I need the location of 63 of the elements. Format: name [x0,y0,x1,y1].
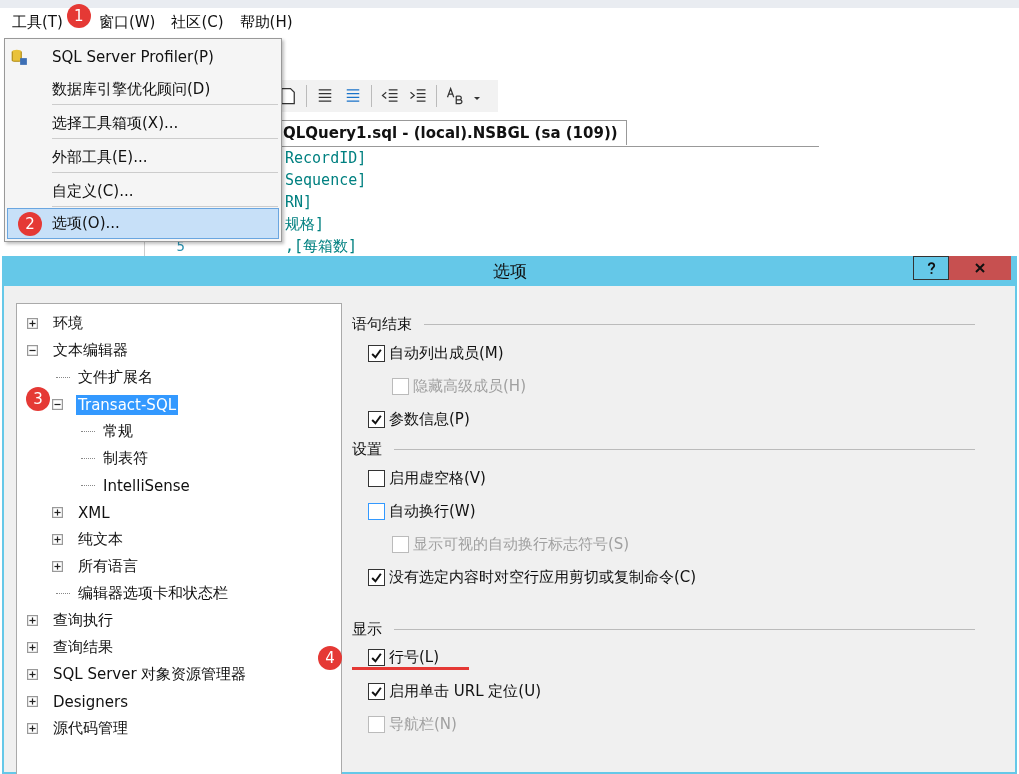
checkbox-option[interactable]: 没有选定内容时对空行应用剪切或复制命令(C) [368,568,697,587]
tree-item[interactable]: 查询执行 [51,610,115,631]
section-title: 语句结束 [352,314,412,334]
close-button[interactable] [949,256,1011,280]
expander-icon[interactable] [27,696,38,707]
checkbox[interactable] [368,648,385,666]
tree-item[interactable]: 纯文本 [76,529,125,550]
dialog-title: 选项 [492,259,527,283]
expander-icon[interactable] [52,561,63,572]
menu-bar-item[interactable]: 窗口(W) [92,12,164,32]
tree-item[interactable]: Designers [51,691,130,712]
expander-icon[interactable] [27,345,38,356]
code-line: RecordID] [285,149,367,167]
tree-item[interactable]: IntelliSense [101,475,192,496]
tree-item[interactable]: 编辑器选项卡和状态栏 [76,583,230,604]
tree-item[interactable]: 所有语言 [76,556,140,577]
help-icon [926,261,936,275]
checkbox-option[interactable]: 自动换行(W) [368,502,476,521]
help-button[interactable] [913,256,949,280]
expander-icon[interactable] [27,642,38,653]
code-line: RN] [285,193,313,211]
tree-item[interactable]: XML [76,502,112,523]
tree-item[interactable]: 文件扩展名 [76,367,155,388]
checkbox-option[interactable]: 启用单击 URL 定位(U) [368,682,541,701]
profiler-icon [10,47,28,66]
tree-item[interactable]: 制表符 [101,448,150,469]
tree-item[interactable]: 环境 [51,313,85,334]
checkbox-option[interactable]: 参数信息(P) [368,410,470,429]
tree-item[interactable]: 源代码管理 [51,718,130,739]
menu-bar-item[interactable]: 社区(C) [165,12,232,32]
step-badge: 1 [66,4,91,28]
tree-item[interactable]: 文本编辑器 [51,340,130,361]
checkbox[interactable] [368,345,385,362]
step-badge: 2 [18,211,42,236]
checkbox-option[interactable]: 自动列出成员(M) [368,344,504,363]
checkbox[interactable] [368,569,385,586]
checkbox[interactable] [368,503,385,520]
checkbox[interactable] [368,411,385,428]
menu-bar-item[interactable]: 帮助(H) [233,12,301,32]
font-icon[interactable] [445,86,465,106]
menu-item[interactable]: SQL Server Profiler(P) [7,41,279,72]
section-title: 显示 [352,619,382,639]
menu-item[interactable]: 2 选项(O)... [7,208,279,239]
code-line: ,[每箱数] [285,236,358,256]
expander-icon[interactable] [27,723,38,734]
code-line: Sequence] [285,171,367,189]
checkbox[interactable] [368,683,385,700]
expander-icon[interactable] [27,318,38,329]
close-icon [975,263,985,273]
expander-icon[interactable] [27,669,38,680]
tree-item[interactable]: 查询结果 [51,637,115,658]
tree-item[interactable]: 常规 [101,421,135,442]
checkbox-option[interactable]: 行号(L) [352,647,470,670]
expander-icon[interactable] [52,534,63,545]
tree-item[interactable]: SQL Server 对象资源管理器 [51,664,249,685]
expander-icon[interactable] [52,507,63,518]
checkbox[interactable] [368,470,385,487]
checkbox-option[interactable]: 启用虚空格(V) [368,469,486,488]
step-badge: 3 [26,387,50,411]
code-line: 规格] [285,214,325,234]
section-title: 设置 [352,439,382,459]
expander-icon[interactable] [27,615,38,626]
expander-icon[interactable] [52,399,63,410]
